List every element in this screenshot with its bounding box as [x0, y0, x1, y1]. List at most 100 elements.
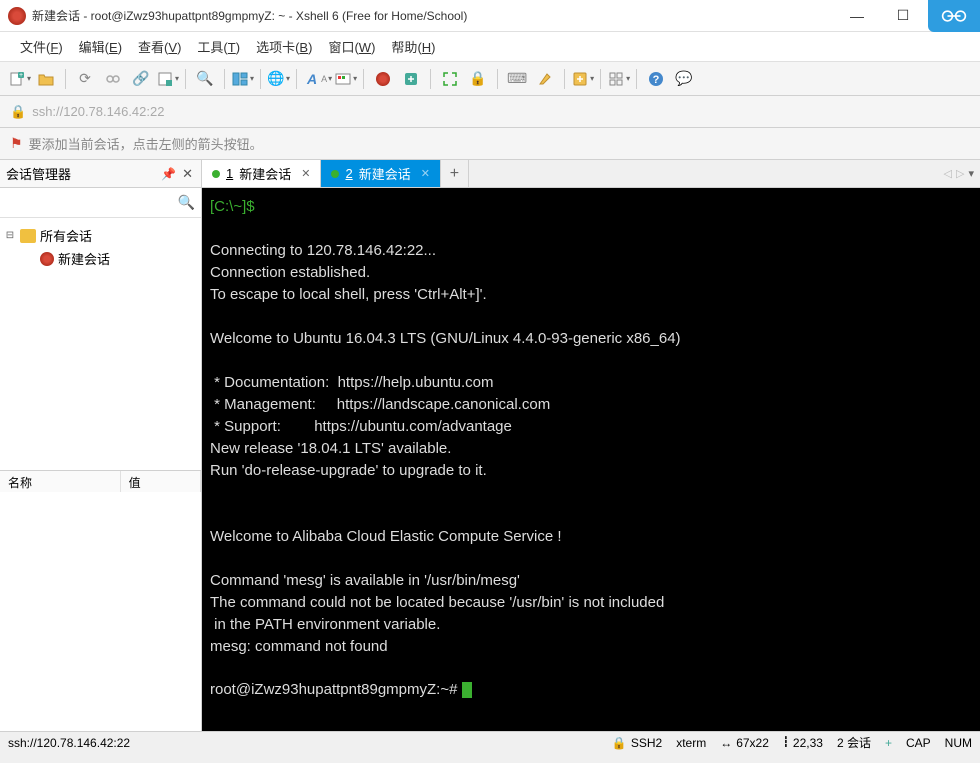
properties-icon — [156, 70, 174, 88]
file-plus-icon: + — [8, 70, 26, 88]
app-icon — [8, 7, 26, 25]
status-dot-icon — [331, 170, 339, 178]
keyboard-button[interactable]: ⌨ — [504, 66, 530, 92]
cloud-button[interactable] — [928, 0, 980, 32]
terminal[interactable]: [C:\~]$ Connecting to 120.78.146.42:22..… — [202, 188, 980, 731]
folder-open-icon — [37, 70, 55, 88]
address-text: ssh://120.78.146.42:22 — [32, 104, 164, 119]
local-prompt: [C:\~]$ — [210, 198, 259, 215]
menu-help[interactable]: 帮助(H) — [383, 33, 443, 60]
tab-prev-button[interactable]: ◁ — [944, 167, 952, 180]
statusbar: ssh://120.78.146.42:22 🔒SSH2 xterm ↔67x2… — [0, 731, 980, 753]
menu-file[interactable]: 文件(F) — [12, 33, 71, 60]
font-icon: A — [303, 70, 321, 88]
help-button[interactable]: ? — [643, 66, 669, 92]
highlight-icon — [536, 70, 554, 88]
session-icon — [40, 252, 54, 266]
sidebar-close-button[interactable]: ✕ — [180, 166, 195, 182]
lock-button[interactable]: 🔒 — [465, 66, 491, 92]
status-proto: 🔒SSH2 — [612, 736, 662, 750]
fullscreen-icon — [441, 70, 459, 88]
refresh-icon: ⟳ — [76, 70, 94, 88]
encoding-button[interactable]: 🌐▾ — [267, 70, 290, 88]
menu-view[interactable]: 查看(V) — [130, 33, 189, 60]
grid-icon — [607, 70, 625, 88]
xshell-icon — [374, 70, 392, 88]
search-icon: 🔍 — [196, 70, 214, 88]
property-headers: 名称 值 — [0, 470, 201, 492]
tab-next-button[interactable]: ▷ — [956, 167, 964, 180]
menu-tools[interactable]: 工具(T) — [189, 33, 248, 60]
tab-2[interactable]: 2 新建会话 ✕ — [321, 160, 440, 187]
search-input[interactable] — [6, 196, 178, 210]
hint-bar: ⚑ 要添加当前会话，点击左侧的箭头按钮。 — [0, 128, 980, 160]
svg-text:+: + — [19, 72, 23, 79]
color-button[interactable]: ▾ — [334, 70, 357, 88]
layout-button[interactable]: ▾ — [231, 70, 254, 88]
link-icon: 🔗 — [132, 70, 150, 88]
maximize-button[interactable]: ☐ — [880, 0, 926, 32]
tree-root[interactable]: ⊟ 所有会话 — [4, 224, 197, 247]
flag-icon: ⚑ — [10, 135, 23, 152]
session-tree: ⊟ 所有会话 新建会话 — [0, 218, 201, 470]
fullscreen-button[interactable] — [437, 66, 463, 92]
keyboard-icon: ⌨ — [508, 70, 526, 88]
content-area: 1 新建会话 ✕ 2 新建会话 ✕ + ◁ ▷ ▾ [C:\~]$ Connec… — [202, 160, 980, 731]
xshell-button[interactable] — [370, 66, 396, 92]
hint-text: 要添加当前会话，点击左侧的箭头按钮。 — [29, 134, 263, 153]
terminal-output: Connecting to 120.78.146.42:22... Connec… — [210, 242, 681, 655]
disconnect-button[interactable] — [100, 66, 126, 92]
resize-icon: ↔ — [720, 736, 732, 750]
toolbar: +▾ ⟳ 🔗 ▾ 🔍 ▾ 🌐▾ AA▾ ▾ 🔒 ⌨ ▾ ▾ ? 💬 — [0, 62, 980, 96]
tab-close-button[interactable]: ✕ — [301, 167, 310, 180]
tabbar: 1 新建会话 ✕ 2 新建会话 ✕ + ◁ ▷ ▾ — [202, 160, 980, 188]
tab-close-button[interactable]: ✕ — [421, 167, 430, 180]
pin-button[interactable]: 📌 — [161, 167, 176, 181]
col-value[interactable]: 值 — [121, 471, 201, 492]
panels-icon — [231, 70, 249, 88]
tab-menu-button[interactable]: ▾ — [968, 167, 974, 180]
link-button[interactable]: 🔗 — [128, 66, 154, 92]
tab-1[interactable]: 1 新建会话 ✕ — [202, 160, 321, 187]
highlight-button[interactable] — [532, 66, 558, 92]
tree-session-label: 新建会话 — [58, 249, 110, 268]
tree-session[interactable]: 新建会话 — [24, 247, 197, 270]
arrange-button[interactable]: ▾ — [607, 70, 630, 88]
position-icon: ┇ — [783, 737, 789, 748]
xftp-button[interactable] — [398, 66, 424, 92]
menubar: 文件(F) 编辑(E) 查看(V) 工具(T) 选项卡(B) 窗口(W) 帮助(… — [0, 32, 980, 62]
open-button[interactable] — [33, 66, 59, 92]
lock-icon: 🔒 — [10, 104, 26, 120]
new-session-button[interactable]: +▾ — [8, 70, 31, 88]
new-tab-button[interactable]: + — [441, 160, 469, 187]
find-button[interactable]: 🔍 — [192, 66, 218, 92]
add-button[interactable]: ▾ — [571, 70, 594, 88]
chat-icon: 💬 — [675, 70, 693, 88]
menu-tab[interactable]: 选项卡(B) — [248, 33, 320, 60]
tab-nav: ◁ ▷ ▾ — [938, 160, 980, 187]
menu-edit[interactable]: 编辑(E) — [71, 33, 130, 60]
status-pos: ┇22,33 — [783, 736, 823, 750]
address-bar[interactable]: 🔒 ssh://120.78.146.42:22 — [0, 96, 980, 128]
reconnect-button[interactable]: ⟳ — [72, 66, 98, 92]
cursor — [462, 682, 472, 698]
tree-root-label: 所有会话 — [40, 226, 92, 245]
minimize-button[interactable]: — — [834, 0, 880, 32]
properties-button[interactable]: ▾ — [156, 70, 179, 88]
status-plus[interactable]: + — [885, 736, 892, 750]
status-address: ssh://120.78.146.42:22 — [8, 736, 598, 750]
shell-prompt: root@iZwz93hupattpnt89gmpmyZ:~# — [210, 681, 462, 698]
session-manager-panel: 会话管理器 📌 ✕ 🔍 ⊟ 所有会话 新建会话 名称 值 — [0, 160, 202, 731]
font-button[interactable]: AA▾ — [303, 70, 332, 88]
sidebar-search: 🔍 — [0, 188, 201, 218]
expand-icon[interactable]: ⊟ — [4, 230, 16, 241]
svg-text:?: ? — [653, 74, 660, 86]
folder-icon — [20, 229, 36, 243]
plus-icon — [571, 70, 589, 88]
chat-button[interactable]: 💬 — [671, 66, 697, 92]
status-sessions: 2 会话 — [837, 734, 871, 751]
status-cap: CAP — [906, 736, 931, 750]
col-name[interactable]: 名称 — [0, 471, 121, 492]
menu-window[interactable]: 窗口(W) — [320, 33, 383, 60]
property-body — [0, 492, 201, 732]
